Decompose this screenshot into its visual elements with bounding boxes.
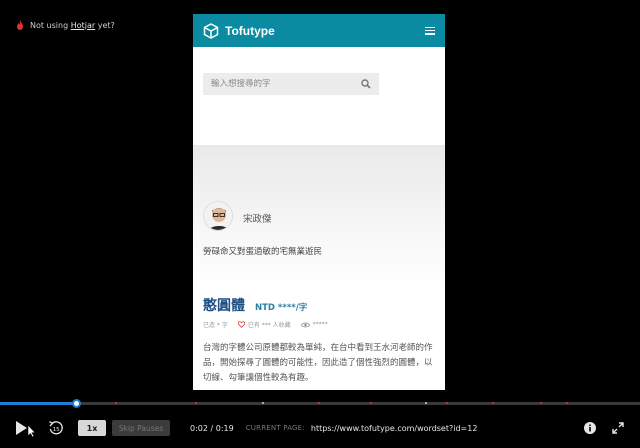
timeline-event-marker[interactable] bbox=[540, 402, 542, 404]
eye-icon bbox=[300, 322, 310, 327]
playback-time: 0:02 / 0:19 bbox=[190, 423, 234, 433]
font-name-link[interactable]: 憨圓體 bbox=[203, 295, 245, 315]
meta-collected[interactable]: 已有 *** 人收藏 bbox=[237, 320, 291, 329]
flame-icon bbox=[17, 20, 23, 30]
fullscreen-icon[interactable] bbox=[612, 422, 624, 434]
timeline-event-marker[interactable] bbox=[446, 402, 448, 404]
heart-icon[interactable] bbox=[237, 321, 245, 328]
promo-text: Not using bbox=[30, 20, 71, 30]
font-title-row: 憨圓體 NTD ****/字 bbox=[203, 295, 435, 315]
play-button[interactable] bbox=[14, 419, 36, 437]
brand-name: Tofutype bbox=[225, 23, 275, 38]
session-replay-player: Not using Hotjar yet? Tofutype 輸入想搜尋的字 宋… bbox=[0, 0, 640, 448]
current-page-label: CURRENT PAGE: bbox=[245, 424, 305, 432]
speed-button[interactable]: 1x bbox=[78, 420, 106, 436]
timeline-event-marker[interactable] bbox=[566, 402, 568, 404]
rewind-button[interactable]: 15 bbox=[48, 420, 64, 436]
site-header: Tofutype bbox=[193, 14, 445, 47]
timeline-event-marker[interactable] bbox=[318, 402, 320, 404]
skip-pauses-button[interactable]: Skip Pauses bbox=[112, 420, 170, 436]
timeline-event-marker[interactable] bbox=[195, 402, 197, 404]
search-bar bbox=[203, 73, 379, 95]
player-right-controls bbox=[584, 408, 624, 448]
recorded-page-viewport: Tofutype 輸入想搜尋的字 宋政傑 勞碌命又對蛋過敏的宅無業遊民 憨圓體 … bbox=[193, 14, 445, 390]
svg-text:15: 15 bbox=[53, 427, 60, 433]
timeline-scrubber[interactable] bbox=[72, 399, 81, 408]
font-meta: 已造 * 字 已有 *** 人收藏 ***** bbox=[203, 320, 435, 329]
cursor-icon bbox=[27, 424, 36, 437]
author-bio: 勞碌命又對蛋過敏的宅無業遊民 bbox=[203, 247, 323, 257]
search-input[interactable] bbox=[211, 79, 351, 89]
search-section bbox=[193, 47, 445, 145]
meta-views: ***** bbox=[300, 321, 328, 328]
meta-made: 已造 * 字 bbox=[203, 322, 228, 329]
cube-logo-icon bbox=[203, 22, 219, 39]
author-name[interactable]: 宋政傑 bbox=[243, 211, 272, 225]
playback-timeline[interactable] bbox=[0, 402, 640, 405]
timeline-event-marker[interactable] bbox=[370, 402, 372, 404]
timeline-event-marker[interactable] bbox=[262, 402, 264, 404]
hotjar-link[interactable]: Hotjar bbox=[71, 21, 95, 30]
promo-suffix: yet? bbox=[95, 20, 115, 30]
player-controls: 15 1x Skip Pauses 0:02 / 0:19 CURRENT PA… bbox=[0, 408, 640, 448]
avatar[interactable] bbox=[203, 201, 233, 231]
info-icon[interactable] bbox=[584, 422, 596, 434]
font-description: 台灣的字體公司原體都較為單純，在台中看到王水河老師的作品，開始探尋了圓體的可能性… bbox=[203, 343, 433, 383]
play-icon[interactable] bbox=[14, 419, 36, 437]
timeline-event-marker[interactable] bbox=[115, 402, 117, 404]
font-price: NTD ****/字 bbox=[255, 303, 308, 313]
current-page-url[interactable]: https://www.tofutype.com/wordset?id=12 bbox=[311, 424, 478, 433]
playback-progress bbox=[0, 402, 77, 405]
rewind-icon[interactable]: 15 bbox=[48, 420, 64, 436]
author-profile: 宋政傑 勞碌命又對蛋過敏的宅無業遊民 bbox=[193, 145, 445, 289]
timeline-event-marker[interactable] bbox=[425, 402, 427, 404]
hamburger-menu-icon[interactable] bbox=[425, 26, 435, 35]
search-icon[interactable] bbox=[361, 79, 371, 89]
hotjar-promo: Not using Hotjar yet? bbox=[16, 20, 115, 30]
font-entry: 憨圓體 NTD ****/字 已造 * 字 已有 *** 人收藏 ***** 台… bbox=[193, 289, 445, 386]
brand-logo[interactable]: Tofutype bbox=[203, 22, 275, 39]
timeline-event-marker[interactable] bbox=[492, 402, 494, 404]
